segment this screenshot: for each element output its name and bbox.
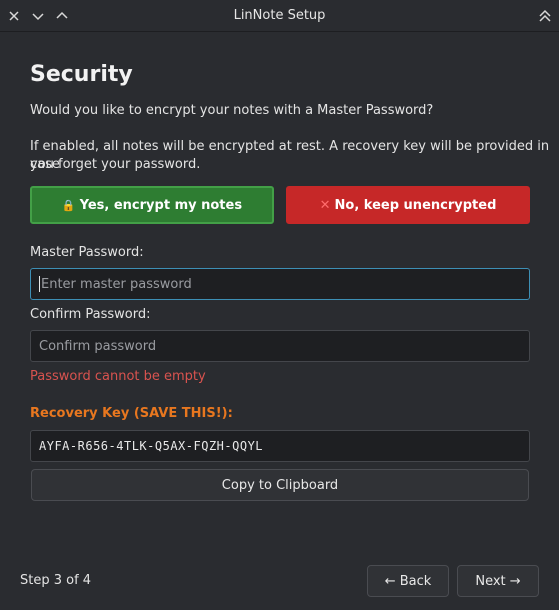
encrypt-question: Would you like to encrypt your notes wit…	[30, 103, 434, 118]
description-line-2: you forget your password.	[30, 157, 201, 172]
confirm-password-input[interactable]: Confirm password	[30, 330, 530, 362]
recovery-key-value: AYFA-R656-4TLK-Q5AX-FQZH-QQYL	[39, 439, 264, 453]
master-password-placeholder: Enter master password	[41, 276, 192, 292]
next-button[interactable]: Next →	[457, 565, 539, 597]
lock-icon: 🔒	[61, 198, 76, 212]
master-password-label: Master Password:	[30, 245, 144, 260]
window-title: LinNote Setup	[233, 8, 326, 23]
page-title: Security	[30, 62, 133, 87]
confirm-password-placeholder: Confirm password	[39, 338, 157, 354]
no-unencrypted-label: No, keep unencrypted	[334, 197, 497, 213]
recovery-key-title: Recovery Key (SAVE THIS!):	[30, 406, 233, 421]
copy-to-clipboard-button[interactable]: Copy to Clipboard	[31, 469, 529, 501]
master-password-input[interactable]: Enter master password	[30, 268, 530, 300]
confirm-password-label: Confirm Password:	[30, 307, 151, 322]
back-button[interactable]: ← Back	[367, 565, 449, 597]
no-unencrypted-button[interactable]: ✕ No, keep unencrypted	[286, 186, 530, 224]
cross-icon: ✕	[319, 197, 331, 213]
keep-above-double-chevron-up-icon[interactable]	[535, 6, 555, 26]
recovery-key-field[interactable]: AYFA-R656-4TLK-Q5AX-FQZH-QQYL	[30, 430, 530, 462]
password-error-message: Password cannot be empty	[30, 369, 206, 384]
text-caret	[39, 276, 40, 292]
yes-encrypt-label: Yes, encrypt my notes	[79, 197, 243, 213]
yes-encrypt-button[interactable]: 🔒 Yes, encrypt my notes	[30, 186, 274, 224]
step-indicator: Step 3 of 4	[20, 573, 92, 588]
title-bar: LinNote Setup	[0, 0, 559, 32]
